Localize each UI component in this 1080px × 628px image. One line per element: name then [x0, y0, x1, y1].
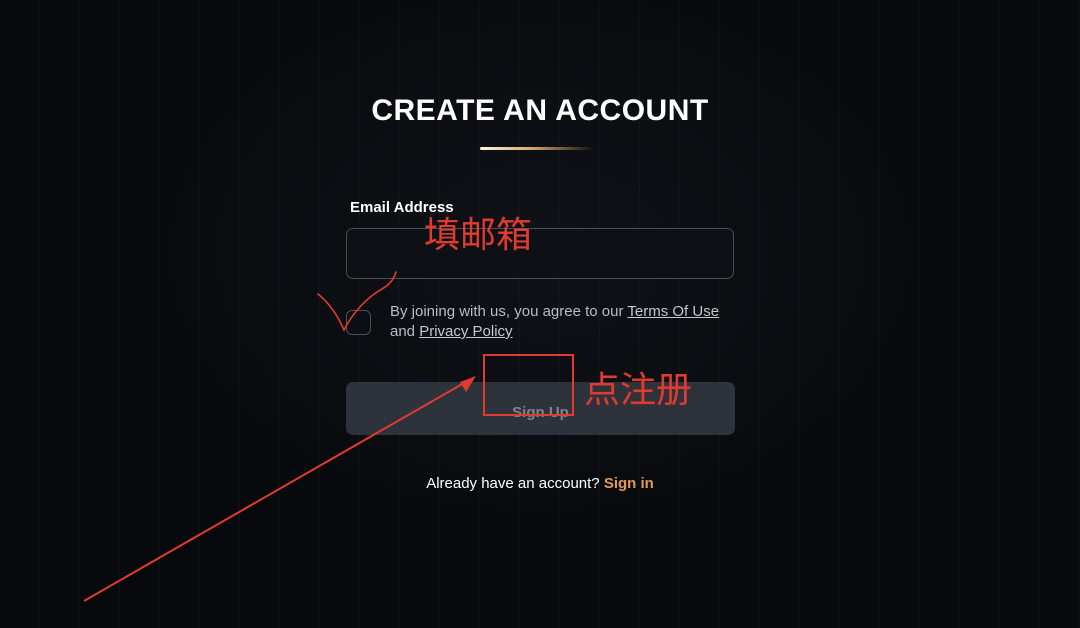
title-underline: [480, 147, 594, 150]
terms-text: By joining with us, you agree to our Ter…: [390, 302, 740, 342]
privacy-policy-link[interactable]: Privacy Policy: [419, 323, 512, 340]
annotation-highlight-box: [483, 354, 574, 416]
annotation-email-hint: 填邮箱: [424, 215, 533, 256]
annotation-signup-hint: 点注册: [584, 370, 693, 411]
page-title: CREATE AN ACCOUNT: [371, 94, 709, 127]
email-label: Email Address: [350, 199, 454, 216]
terms-and: and: [390, 323, 416, 340]
signin-prompt: Already have an account?: [426, 475, 600, 492]
terms-checkbox[interactable]: [346, 310, 371, 335]
terms-prefix: By joining with us, you agree to our: [390, 303, 624, 320]
sign-in-link[interactable]: Sign in: [604, 475, 654, 492]
email-field[interactable]: [346, 228, 734, 279]
terms-of-use-link[interactable]: Terms Of Use: [627, 303, 719, 320]
signin-row: Already have an account? Sign in: [0, 475, 1080, 492]
